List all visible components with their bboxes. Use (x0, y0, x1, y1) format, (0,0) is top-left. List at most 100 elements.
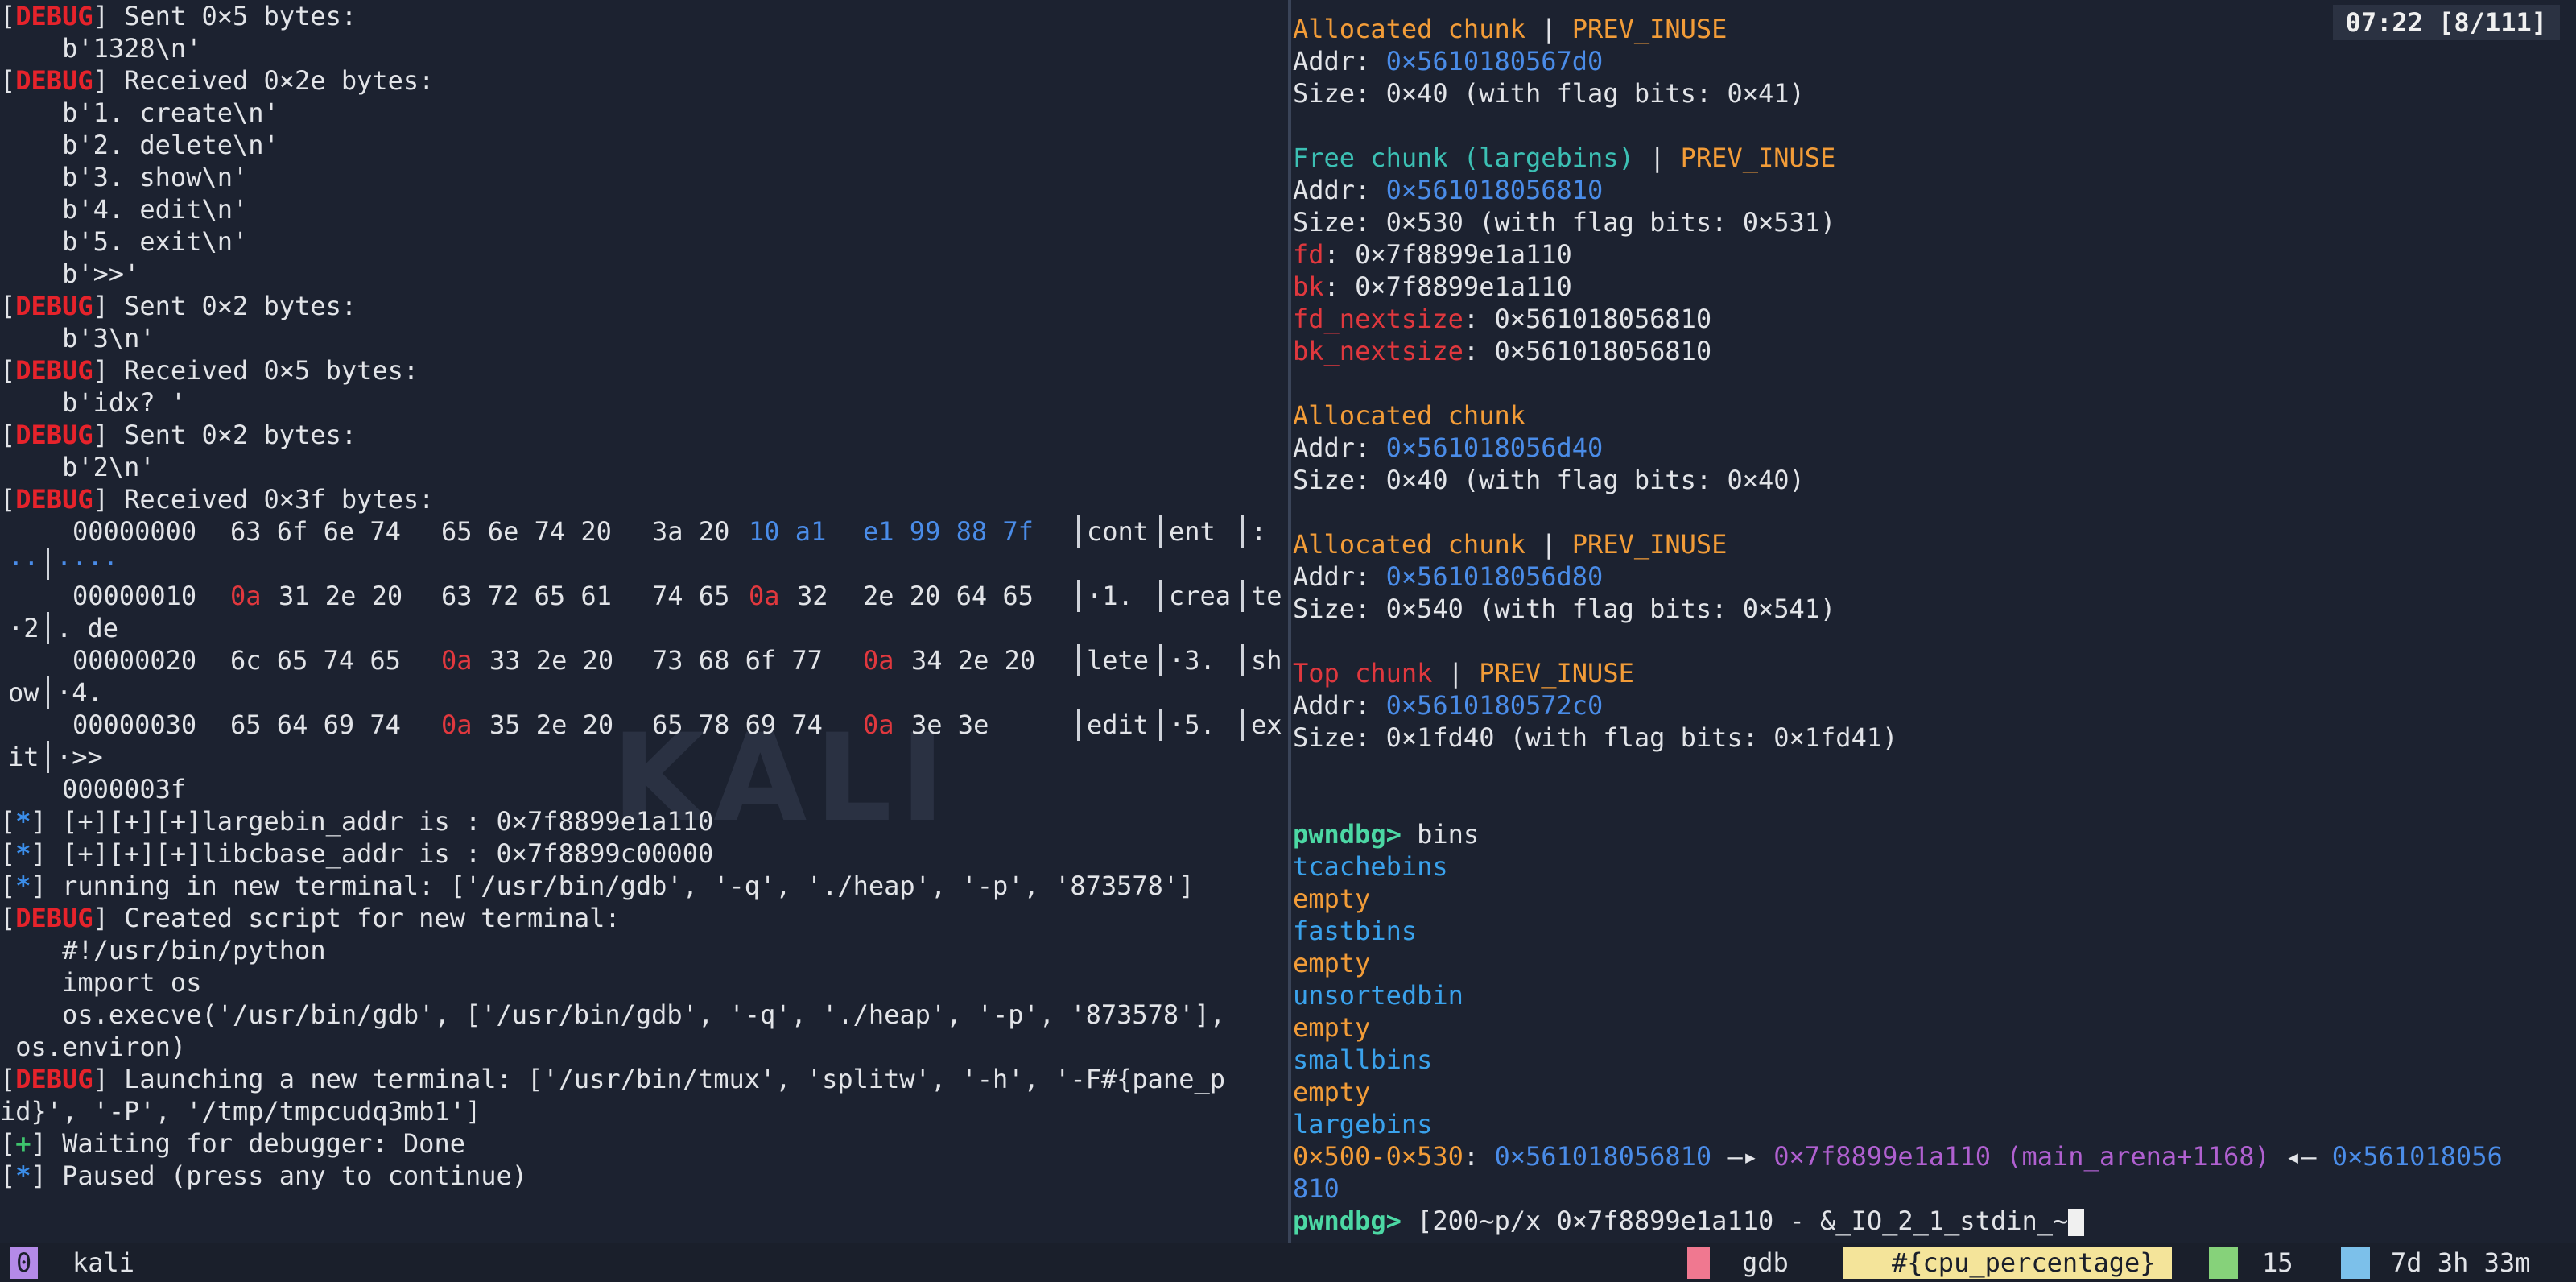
size-value: 0×40 (with flag bits: 0×41) (1385, 78, 1805, 109)
gdb-input-line[interactable]: pwndbg> [200~p/x 0×7f8899e1a110 - &_IO_2… (1293, 1205, 2576, 1237)
log-line: b'5. exit\n' (0, 225, 1286, 258)
hex-separator (47, 548, 49, 580)
log-line: b'3. show\n' (0, 161, 1286, 193)
hex-offset: 00000030 (72, 709, 197, 740)
chart-icon (2209, 1247, 2238, 1279)
chunk-field-bk_nextsize: bk_nextsize: 0×561018056810 (1293, 335, 2576, 367)
bracket-open: [ (0, 903, 16, 933)
pane-divider[interactable] (1288, 0, 1291, 1243)
log-tag: DEBUG (15, 291, 93, 321)
chunk-kind: Free chunk (largebins) (1293, 143, 1634, 173)
label: Size: (1293, 593, 1386, 624)
hex-offset: 00000000 (72, 516, 197, 547)
hex-bytes: 2e 20 64 65 (863, 581, 1034, 611)
hex-separator (1159, 515, 1162, 548)
hexdump-row: 00000020 6c 65 74 65 0a 33 2e 20 73 68 6f 77… (0, 644, 1286, 676)
session-name[interactable]: kali (72, 1247, 134, 1279)
bin-name: fastbins (1293, 916, 1418, 946)
label: Size: (1293, 207, 1386, 238)
log-text: Created script for new terminal: (108, 903, 621, 933)
hex-offset: 00000020 (72, 645, 197, 676)
log-text: #!/usr/bin/python (0, 935, 326, 966)
hex-byte: 0a (441, 709, 473, 740)
ascii-wrap: ·>> (56, 742, 103, 772)
field-value: : 0×561018056810 (1463, 336, 1712, 366)
bracket-close: ] (31, 1128, 47, 1159)
address: 0×561018056810 (1385, 175, 1604, 205)
size-value: 0×40 (with flag bits: 0×40) (1385, 465, 1805, 495)
hex-byte: 0a (863, 709, 894, 740)
log-tag: DEBUG (15, 1064, 93, 1094)
hex-separator (1077, 709, 1080, 741)
ascii-col: ent (1169, 516, 1232, 547)
log-line: [DEBUG] Created script for new terminal: (0, 902, 1286, 934)
log-line: [DEBUG] Received 0×5 bytes: (0, 354, 1286, 387)
label: Size: (1293, 465, 1386, 495)
bracket-close: ] (93, 484, 109, 515)
ascii-wrap: ···· (56, 548, 119, 579)
bracket-close: ] (31, 806, 47, 837)
chunk-flag: PREV_INUSE (1479, 658, 1634, 689)
chunk-addr: Addr: 0×561018056810 (1293, 174, 2576, 206)
pwntools-terminal-pane[interactable]: [DEBUG] Sent 0×5 bytes: b'1328\n' [DEBUG]… (0, 0, 1286, 1243)
ascii-col: te (1251, 581, 1282, 611)
bracket-open: [ (0, 484, 16, 515)
hex-byte: 0a (230, 581, 262, 611)
log-line: [DEBUG] Sent 0×2 bytes: (0, 290, 1286, 322)
hex-bytes: 6c 65 74 65 (230, 645, 401, 676)
hexdump-wrap: ·2 . de (0, 612, 1286, 644)
bin-value: empty (1293, 1077, 1371, 1107)
log-text: b'3. show\n' (0, 162, 249, 192)
chunk-kind: Allocated chunk (1293, 14, 1525, 44)
log-text: b'idx? ' (0, 387, 187, 418)
ascii-wrap: ·4. (56, 677, 119, 708)
log-text: b'1328\n' (0, 33, 202, 64)
hex-bytes: e1 99 88 7f (863, 516, 1034, 547)
hex-bytes: 65 78 69 74 (652, 709, 823, 740)
label: Addr: (1293, 561, 1386, 592)
hex-separator (1241, 644, 1244, 676)
ascii-col: cont (1087, 516, 1150, 547)
label: Size: (1293, 722, 1386, 753)
log-line: [+] Waiting for debugger: Done (0, 1127, 1286, 1160)
bracket-open: [ (0, 355, 16, 386)
log-line: b'4. edit\n' (0, 193, 1286, 225)
bracket-open: [ (0, 1064, 16, 1094)
hex-separator (1159, 644, 1162, 676)
log-line: [*] [+][+][+]largebin_addr is : 0×7f8899… (0, 805, 1286, 837)
chunk-field-fd_nextsize: fd_nextsize: 0×561018056810 (1293, 303, 2576, 335)
chunk-size: Size: 0×40 (with flag bits: 0×40) (1293, 464, 2576, 496)
gdb-command-input[interactable]: [200~p/x 0×7f8899e1a110 - &_IO_2_1_stdin… (1402, 1205, 2068, 1236)
hex-bytes: 73 68 6f 77 (652, 645, 823, 676)
ascii-col: ·1. (1087, 581, 1150, 611)
log-line: [DEBUG] Sent 0×5 bytes: (0, 0, 1286, 32)
ascii-wrap: ·2 (8, 613, 39, 643)
log-line: #!/usr/bin/python (0, 934, 1286, 966)
hex-bytes: 74 65 (652, 581, 730, 611)
gdb-terminal-pane[interactable]: Allocated chunk | PREV_INUSE Addr: 0×5610… (1293, 0, 2576, 1243)
window-index[interactable]: 0 (10, 1247, 39, 1279)
bracket-close: ] (93, 903, 109, 933)
log-line: b'1. create\n' (0, 97, 1286, 129)
ascii-col: ·3. (1169, 645, 1232, 676)
chunk-header: Top chunk | PREV_INUSE (1293, 657, 2576, 689)
hex-separator (1241, 515, 1244, 548)
bins-command: bins (1401, 819, 1480, 850)
size-value: 0×540 (with flag bits: 0×541) (1385, 593, 1836, 624)
bracket-close: ] (31, 871, 47, 901)
log-tag: DEBUG (15, 355, 93, 386)
ascii-col: : (1251, 516, 1267, 547)
log-tag: * (15, 806, 31, 837)
hex-separator (1159, 709, 1162, 741)
separator: | (1525, 14, 1572, 44)
hex-separator (1077, 515, 1080, 548)
hex-bytes: 65 64 69 74 (230, 709, 401, 740)
chunk-header: Free chunk (largebins) | PREV_INUSE (1293, 142, 2576, 174)
size-value: 0×1fd40 (with flag bits: 0×1fd41) (1385, 722, 1898, 753)
ascii-wrap: ow (8, 677, 39, 708)
clock-icon (2341, 1247, 2370, 1279)
status-gdb: gdb (1742, 1247, 1789, 1278)
